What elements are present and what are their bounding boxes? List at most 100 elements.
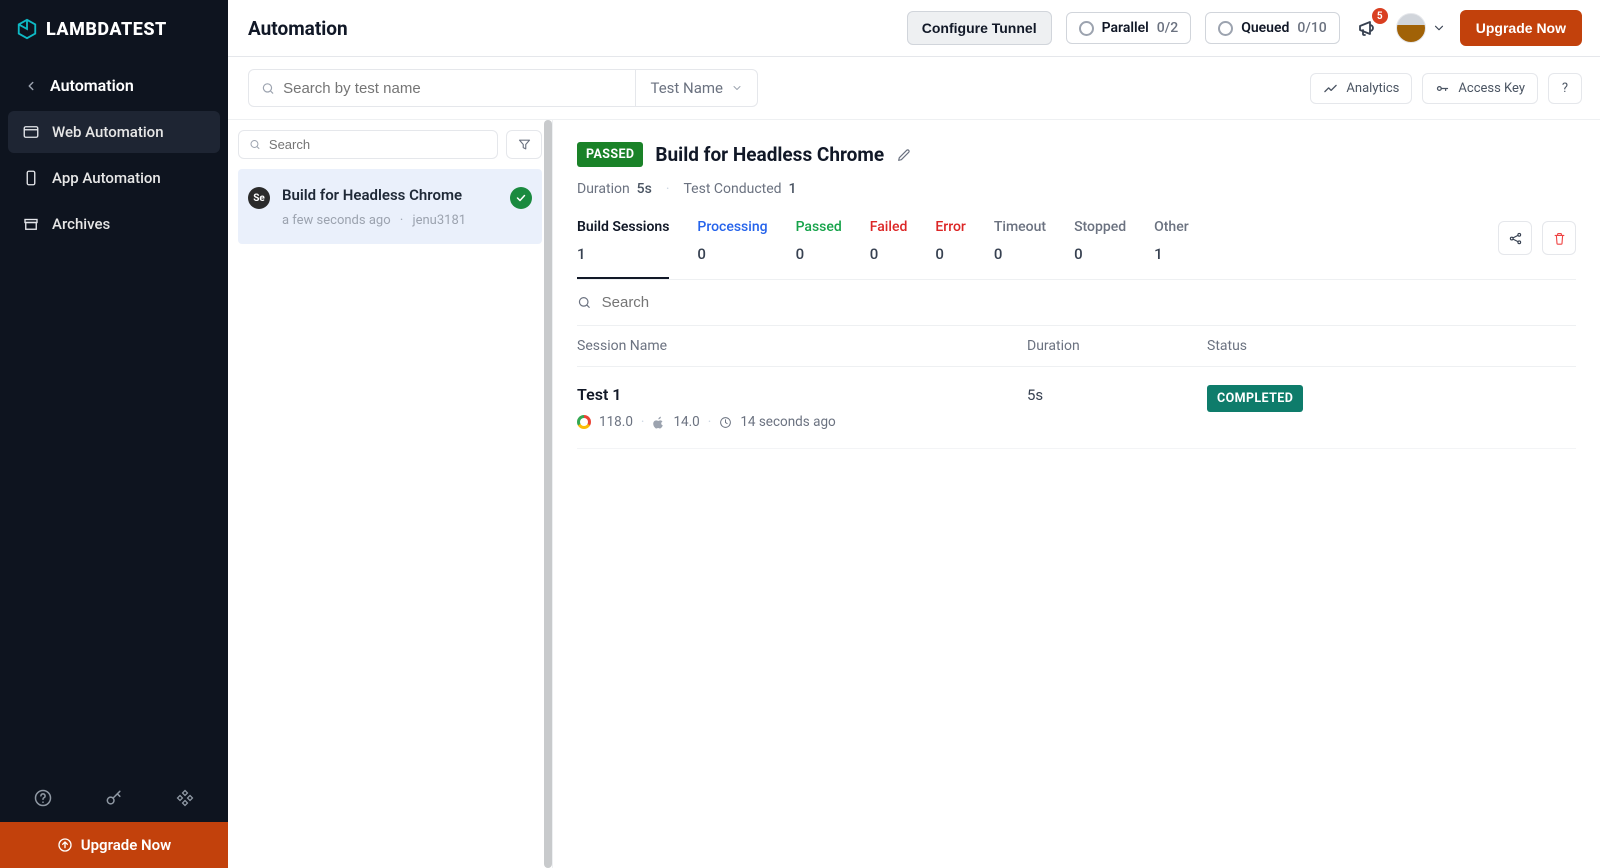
upgrade-icon xyxy=(57,837,73,853)
tab-label: Processing xyxy=(697,219,767,235)
tab-label: Error xyxy=(935,219,966,235)
tab-processing[interactable]: Processing0 xyxy=(697,219,767,277)
session-search-input[interactable] xyxy=(602,294,1576,311)
session-name: Test 1 xyxy=(577,385,1027,404)
builds-search[interactable] xyxy=(238,130,498,159)
tab-error[interactable]: Error 0 xyxy=(935,219,966,277)
conducted-label: Test Conducted xyxy=(684,181,782,197)
session-search[interactable] xyxy=(577,280,1576,325)
sidebar-upgrade-label: Upgrade Now xyxy=(81,836,171,854)
queued-chip[interactable]: Queued 0/10 xyxy=(1205,12,1340,44)
tab-build-sessions[interactable]: Build Sessions1 xyxy=(577,219,669,279)
separator-dot: · xyxy=(708,414,712,430)
page-title: Automation xyxy=(248,17,348,40)
scrollbar[interactable] xyxy=(544,120,552,868)
status-circle-icon xyxy=(1218,21,1233,36)
pencil-icon xyxy=(896,147,912,163)
session-duration: 5s xyxy=(1027,386,1043,404)
main-search-input[interactable] xyxy=(283,80,623,97)
tab-failed[interactable]: Failed0 xyxy=(870,219,908,277)
upgrade-now-button[interactable]: Upgrade Now xyxy=(1460,10,1582,46)
help-label: ? xyxy=(1562,81,1568,96)
build-detail: PASSED Build for Headless Chrome Duratio… xyxy=(553,120,1600,868)
search-type-dropdown[interactable]: Test Name xyxy=(635,70,757,106)
duration-label: Duration xyxy=(577,181,630,197)
queued-count: 0/10 xyxy=(1297,20,1326,36)
build-item-time: a few seconds ago xyxy=(282,213,391,228)
brand-name: LAMBDATEST xyxy=(46,19,167,40)
col-duration: Duration xyxy=(1027,338,1207,354)
analytics-icon xyxy=(1323,81,1338,96)
sidebar-item-label: App Automation xyxy=(52,169,161,187)
chrome-icon xyxy=(577,415,591,429)
search-icon xyxy=(249,138,261,151)
chevron-down-icon xyxy=(731,82,743,94)
help-icon[interactable] xyxy=(33,788,53,808)
notification-badge: 5 xyxy=(1372,8,1388,24)
search-icon xyxy=(261,81,275,96)
tab-label: Build Sessions xyxy=(577,219,669,235)
access-key-label: Access Key xyxy=(1458,81,1525,96)
build-item[interactable]: Se Build for Headless Chrome a few secon… xyxy=(238,169,542,244)
parallel-count: 0/2 xyxy=(1157,20,1178,36)
share-icon xyxy=(1508,231,1523,246)
separator-dot: · xyxy=(641,414,645,430)
col-status: Status xyxy=(1207,338,1347,354)
notifications-button[interactable]: 5 xyxy=(1354,14,1382,42)
build-item-title: Build for Headless Chrome xyxy=(282,185,498,205)
parallel-label: Parallel xyxy=(1102,20,1149,36)
edit-title-button[interactable] xyxy=(896,147,912,163)
tab-other[interactable]: Other1 xyxy=(1154,219,1189,277)
status-tabs: Build Sessions1Processing0Passed0Failed0… xyxy=(577,219,1576,280)
main-search-field[interactable] xyxy=(249,70,635,106)
configure-tunnel-button[interactable]: Configure Tunnel xyxy=(907,11,1052,45)
builds-column: Se Build for Headless Chrome a few secon… xyxy=(228,120,553,868)
sidebar-item-app-automation[interactable]: App Automation xyxy=(8,157,220,199)
share-button[interactable] xyxy=(1498,221,1532,255)
session-ago: 14 seconds ago xyxy=(740,414,835,430)
parallel-chip[interactable]: Parallel 0/2 xyxy=(1066,12,1192,44)
conducted-value: 1 xyxy=(789,181,797,197)
tab-label: Timeout xyxy=(994,219,1046,235)
browser-version: 118.0 xyxy=(599,414,633,430)
help-button[interactable]: ? xyxy=(1548,73,1582,104)
tab-count: 0 xyxy=(870,245,908,263)
queued-label: Queued xyxy=(1241,20,1289,36)
tab-count: 0 xyxy=(796,245,842,263)
separator-dot: · xyxy=(666,181,670,197)
col-session-name: Session Name xyxy=(577,338,1027,354)
tab-timeout[interactable]: Timeout0 xyxy=(994,219,1046,277)
tab-count: 0 xyxy=(935,245,966,263)
main-search: Test Name xyxy=(248,69,758,107)
build-status-passed-icon xyxy=(510,187,532,209)
analytics-button[interactable]: Analytics xyxy=(1310,73,1412,104)
sidebar-upgrade-button[interactable]: Upgrade Now xyxy=(0,822,228,868)
tab-stopped[interactable]: Stopped0 xyxy=(1074,219,1126,277)
sub-toolbar: Test Name Analytics Access Key ? xyxy=(228,57,1600,120)
brand-logo[interactable]: LAMBDATEST xyxy=(0,0,228,58)
build-item-author: jenu3181 xyxy=(412,213,466,228)
sidebar-back[interactable]: Automation xyxy=(8,64,220,107)
builds-search-input[interactable] xyxy=(269,137,487,152)
archive-icon xyxy=(22,215,40,233)
topbar-actions: Configure Tunnel Parallel 0/2 Queued 0/1… xyxy=(907,10,1582,46)
key-icon[interactable] xyxy=(104,788,124,808)
sidebar-item-archives[interactable]: Archives xyxy=(8,203,220,245)
chevron-down-icon xyxy=(1432,21,1446,35)
analytics-label: Analytics xyxy=(1346,81,1399,96)
sessions-table-header: Session Name Duration Status xyxy=(577,325,1576,367)
trash-icon xyxy=(1552,231,1567,246)
integrations-icon[interactable] xyxy=(175,788,195,808)
tab-passed[interactable]: Passed0 xyxy=(796,219,842,277)
sidebar-item-label: Web Automation xyxy=(52,123,164,141)
chevron-left-icon xyxy=(24,79,38,93)
status-circle-icon xyxy=(1079,21,1094,36)
tab-label: Other xyxy=(1154,219,1189,235)
filter-button[interactable] xyxy=(506,130,542,159)
session-row[interactable]: Test 1 118.0 · 14.0 · 14 seconds ago xyxy=(577,367,1576,449)
access-key-button[interactable]: Access Key xyxy=(1422,73,1538,104)
sidebar-item-web-automation[interactable]: Web Automation xyxy=(8,111,220,153)
delete-button[interactable] xyxy=(1542,221,1576,255)
user-menu[interactable] xyxy=(1396,13,1446,43)
filter-icon xyxy=(517,137,532,152)
